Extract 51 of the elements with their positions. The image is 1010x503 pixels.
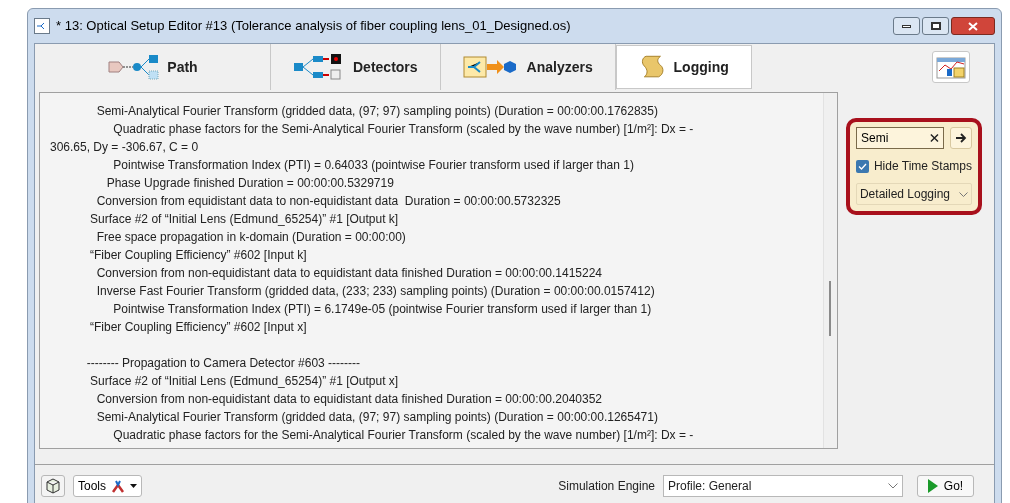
- arrow-right-icon: [955, 133, 967, 143]
- log-line: -------- Propagation to Camera Detector #603 --------: [85, 355, 361, 372]
- log-line: Free space propagation in k-domain (Duration = 00:00:00): [95, 229, 406, 246]
- search-input[interactable]: Semi: [860, 129, 931, 147]
- maximize-button[interactable]: [922, 17, 949, 35]
- chart-table-button[interactable]: [932, 51, 970, 83]
- chevron-down-icon: [959, 191, 968, 197]
- close-icon: [968, 21, 978, 31]
- checkbox[interactable]: [855, 159, 869, 173]
- engine-label: Simulation Engine: [558, 477, 655, 495]
- window-app-icon: [34, 18, 50, 34]
- minimize-button[interactable]: [893, 17, 920, 35]
- check-icon: [857, 162, 867, 170]
- log-line: 306.65, Dy = -306.67, C = 0: [50, 139, 199, 156]
- clear-icon[interactable]: [930, 133, 939, 143]
- search-field[interactable]: Semi: [855, 127, 944, 149]
- logging-level-dropdown[interactable]: Detailed Logging: [855, 183, 972, 205]
- checkbox-label: Hide Time Stamps: [873, 158, 972, 175]
- log-line: “Fiber Coupling Efficiency” #602 [Input x]: [89, 319, 307, 336]
- log-line: Inverse Fast Fourier Transform (gridded data, (233; 233) sampling points) (Duration = 00:00:00.0157412): [95, 283, 655, 300]
- path-diagram-icon: [107, 54, 160, 80]
- caret-icon: [130, 483, 137, 488]
- log-line: Pointwise Transformation Index (PTI) = 0.64033 (pointwise Fourier transform used if larger than 1): [112, 157, 634, 174]
- scrollbar-thumb[interactable]: [828, 281, 831, 336]
- tab[interactable]: Logging: [615, 45, 752, 89]
- go-to-next-button[interactable]: [950, 127, 972, 149]
- play-icon: [927, 478, 938, 493]
- log-line: Conversion from non-equidistant data to equidistant data finished Duration = 00:00:00.1415224: [95, 265, 603, 282]
- log-line: Surface #2 of “Initial Lens (Edmund_65254)” #1 [Output k]: [89, 211, 399, 228]
- analyzer-diagram-icon: [462, 54, 519, 80]
- log-line: Surface #2 of “Initial Lens (Edmund_65254)” #1 [Output x]: [89, 373, 399, 390]
- go-button[interactable]: Go!: [917, 474, 974, 497]
- maximize-icon: [930, 22, 941, 30]
- 3d-view-button[interactable]: [41, 474, 65, 497]
- chart-table-icon: [936, 55, 966, 79]
- minimize-icon: [902, 24, 911, 28]
- log-line: Semi-Analytical Fourier Transform (gridded data, (97; 97) sampling points) (Duration = 00:00:00.1762835): [95, 103, 658, 120]
- log-line: Conversion from equidistant data to non-equidistant data Duration = 00:00:00.5732325: [95, 193, 561, 210]
- log-line: Phase Upgrade finished Duration = 00:00:00.5329719: [105, 175, 394, 192]
- log-line: Semi-Analytical Fourier Transform (gridded data, (97; 97) sampling points) (Duration = 00:00:00.1265471): [95, 409, 658, 426]
- log-line: Conversion from non-equidistant data to equidistant data finished Duration = 00:00:00.2040352: [95, 391, 603, 408]
- log-line: Quadratic phase factors for the Semi-Analytical Fourier Transform (scaled by the wave number) [1/m²]: Dx = -: [112, 121, 694, 138]
- tools-button[interactable]: Tools: [73, 474, 142, 497]
- cube-icon: [45, 477, 61, 494]
- log-line: “Fiber Coupling Efficiency” #602 [Input k]: [89, 247, 307, 264]
- engine-dropdown[interactable]: Profile: General: [663, 474, 903, 497]
- log-line: Pointwise Transformation Index (PTI) = 6.1749e-05 (pointwise Fourier transform used if larger than 1): [112, 301, 652, 318]
- log-line: Quadratic phase factors for the Semi-Analytical Fourier Transform (scaled by the wave number) [1/m²]: Dx = -: [112, 427, 694, 444]
- window-title: * 13: Optical Setup Editor #13 (Tolerance analysis of fiber coupling lens_01_Designed.os): [56, 17, 571, 36]
- close-button[interactable]: [951, 17, 995, 35]
- chevron-down-icon: [888, 482, 898, 489]
